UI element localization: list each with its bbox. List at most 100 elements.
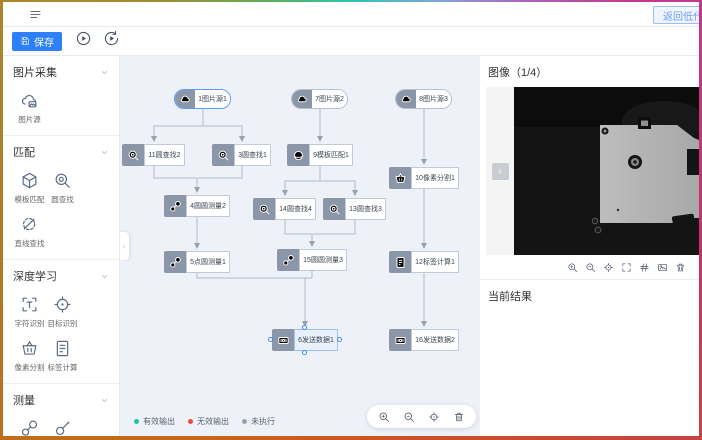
flow-node-label: 9模板匹配1 (309, 144, 353, 166)
flow-node-6[interactable]: 6发送数据1 (272, 329, 338, 351)
sidebar-section: 图片采集图片源 (3, 56, 119, 136)
tool-label: 直线查找 (15, 238, 45, 249)
tool-cloud-image[interactable]: 图片源 (13, 91, 46, 125)
camera-image[interactable] (514, 87, 699, 255)
sidebar-section-title: 深度学习 (13, 268, 57, 284)
hamburger-menu-icon[interactable] (29, 8, 42, 21)
flow-node-9[interactable]: 9模板匹配1 (287, 144, 353, 166)
cloud-image-icon (20, 91, 39, 110)
tool-circle-circle-measure[interactable]: 圆圆测量 (13, 419, 46, 436)
locate-icon (603, 262, 614, 273)
tool-cube[interactable]: 模板匹配 (13, 171, 46, 205)
cube-icon (20, 171, 39, 190)
tool-basket[interactable]: 像素分割 (13, 339, 46, 373)
sidebar-section-title: 匹配 (13, 144, 35, 160)
prev-image-button[interactable] (492, 163, 509, 180)
legend-label: 未执行 (251, 416, 275, 427)
flow-node-3[interactable]: 3圆查找1 (212, 144, 271, 166)
flow-node-14[interactable]: 14圆查找4 (253, 198, 316, 220)
tool-ocr[interactable]: 字符识别 (13, 295, 46, 329)
flow-node-16[interactable]: 16发送数据2 (389, 329, 459, 351)
target-icon (53, 295, 72, 314)
flow-node-label: 14圆查找4 (275, 198, 316, 220)
circle-search-icon (212, 144, 234, 166)
save-icon (20, 36, 30, 46)
flow-node-4[interactable]: 4圆圆测量2 (164, 195, 230, 217)
legend-dot (188, 419, 193, 424)
measure-icon (277, 249, 299, 271)
send-data-icon (389, 329, 411, 351)
flow-node-label: 13圆查找3 (345, 198, 386, 220)
flow-canvas[interactable]: 有效输出无效输出未执行 1图片源1 7图片源2 8图片源3 11圆查找2 3圆查找1 9模… (120, 56, 480, 436)
fullscreen-button[interactable] (621, 262, 632, 273)
flow-node-label: 8图片源3 (416, 90, 451, 108)
flow-node-8[interactable]: 8图片源3 (395, 89, 452, 109)
flow-node-13[interactable]: 13圆查找3 (323, 198, 386, 220)
step-run-button[interactable] (103, 30, 120, 47)
line-search-icon (20, 215, 39, 234)
status-legend: 有效输出无效输出未执行 (134, 416, 275, 427)
preview-panel: 图像（1/4） (480, 56, 699, 436)
canvas-zoom-toolbar (367, 405, 476, 428)
circle-search-icon (122, 144, 144, 166)
camera-image-graphic (514, 87, 699, 255)
sidebar-section-header[interactable]: 图片采集 (13, 64, 109, 80)
chevron-down-icon (100, 396, 109, 405)
flow-node-7[interactable]: 7图片源2 (291, 89, 348, 109)
chevron-down-icon (100, 148, 109, 157)
flow-node-15[interactable]: 15圆圆测量3 (277, 249, 347, 271)
trash-button[interactable] (675, 262, 686, 273)
locate-button[interactable] (603, 262, 614, 273)
sidebar-section-header[interactable]: 匹配 (13, 144, 109, 160)
node-handle-top[interactable] (302, 325, 307, 330)
zoom-in-button[interactable] (378, 411, 390, 423)
point-circle-measure-icon (53, 419, 72, 436)
legend-dot (134, 419, 139, 424)
flow-node-1[interactable]: 1图片源1 (174, 89, 231, 109)
sphere-icon (287, 144, 309, 166)
basket-icon (389, 167, 411, 189)
zoom-out-button[interactable] (403, 411, 415, 423)
node-handle-bottom[interactable] (302, 350, 307, 355)
back-to-lowcode-button[interactable]: 返回低代 (653, 6, 699, 24)
zoom-in-button[interactable] (567, 262, 578, 273)
flow-node-11[interactable]: 11圆查找2 (122, 144, 185, 166)
locate-button[interactable] (428, 411, 440, 423)
sidebar-collapse-handle[interactable] (120, 232, 129, 260)
current-result-label: 当前结果 (480, 280, 699, 304)
run-button[interactable] (75, 30, 92, 47)
node-handle-right[interactable] (337, 337, 342, 342)
app-window: 返回低代 保存 图片采集图片源匹配模板匹配圆查找直线查找深度学习字符识别目标识别… (3, 2, 699, 436)
grid-button[interactable] (639, 262, 650, 273)
sidebar-section-header[interactable]: 深度学习 (13, 268, 109, 284)
tool-point-circle-measure[interactable]: 点圆测量 (46, 419, 79, 436)
trash-icon (453, 411, 465, 423)
doc-calc-icon (389, 251, 411, 273)
flow-node-label: 4圆圆测量2 (186, 195, 230, 217)
trash-button[interactable] (453, 411, 465, 423)
flow-node-label: 1图片源1 (195, 90, 230, 108)
circle-search-icon (323, 198, 345, 220)
tool-doc-calc[interactable]: 标签计算 (46, 339, 79, 373)
trash-icon (675, 262, 686, 273)
save-button[interactable]: 保存 (12, 32, 62, 51)
flow-node-label: 11圆查找2 (144, 144, 185, 166)
tool-label: 模板匹配 (15, 194, 45, 205)
flow-node-5[interactable]: 5点圆测量1 (164, 251, 230, 273)
image-compare-button[interactable] (657, 262, 668, 273)
chevron-down-icon (100, 68, 109, 77)
zoom-out-button[interactable] (585, 262, 596, 273)
node-handle-left[interactable] (268, 337, 273, 342)
legend-dot (242, 419, 247, 424)
tool-circle-search[interactable]: 圆查找 (46, 171, 79, 205)
tool-label: 标签计算 (48, 362, 78, 373)
tool-target[interactable]: 目标识别 (46, 295, 79, 329)
sidebar-section-header[interactable]: 测量 (13, 392, 109, 408)
image-row (486, 87, 699, 255)
tool-line-search[interactable]: 直线查找 (13, 215, 46, 249)
flow-node-10[interactable]: 10像素分割1 (389, 167, 459, 189)
flow-node-12[interactable]: 12标签计算1 (389, 251, 459, 273)
flow-node-label: 16发送数据2 (411, 329, 459, 351)
circle-search-icon (53, 171, 72, 190)
sidebar-section: 深度学习字符识别目标识别像素分割标签计算 (3, 260, 119, 384)
